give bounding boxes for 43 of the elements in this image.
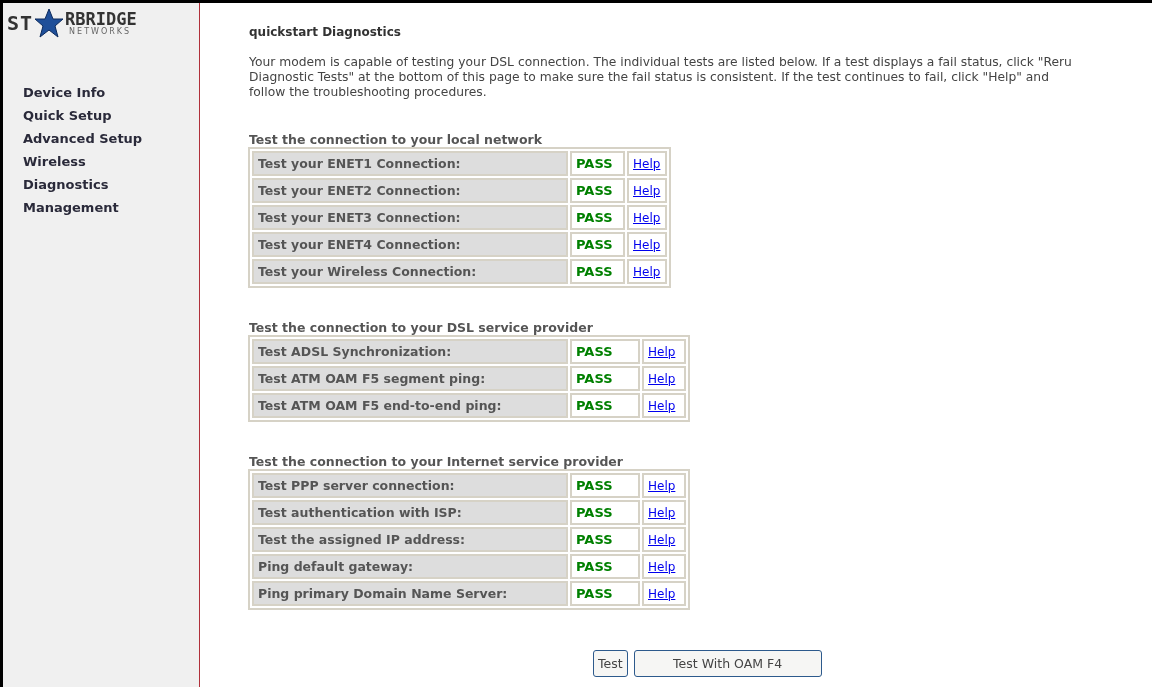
test-status: PASS [570, 581, 640, 606]
test-label: Test ATM OAM F5 end-to-end ping: [252, 393, 568, 418]
test-status: PASS [570, 339, 640, 364]
section-heading: Test the connection to your Internet service provider [249, 455, 624, 469]
sidebar-item[interactable]: Advanced Setup [23, 127, 143, 150]
test-label: Test ATM OAM F5 segment ping: [252, 366, 568, 391]
test-label: Test your ENET3 Connection: [252, 205, 568, 230]
test-status: PASS [570, 259, 625, 284]
test-status: PASS [570, 393, 640, 418]
test-label: Test ADSL Synchronization: [252, 339, 568, 364]
test-status: PASS [570, 232, 625, 257]
section-heading: Test the connection to your DSL service provider [249, 321, 594, 335]
sidebar-item[interactable]: Wireless [23, 150, 86, 173]
test-button[interactable]: Test With OAM F4 [633, 650, 822, 677]
sidebar-item[interactable]: Management [23, 196, 119, 219]
test-label: Test your ENET4 Connection: [252, 232, 568, 257]
test-status: PASS [570, 151, 625, 176]
test-status: PASS [570, 500, 640, 525]
test-status: PASS [570, 205, 625, 230]
test-status: PASS [570, 554, 640, 579]
test-label: Test your ENET1 Connection: [252, 151, 568, 176]
section-heading: Test the connection to your local network [249, 133, 543, 147]
test-label: Ping primary Domain Name Server: [252, 581, 568, 606]
test-status: PASS [570, 178, 625, 203]
sidebar-item[interactable]: Device Info [23, 81, 106, 104]
logo-text: ST [7, 11, 34, 35]
test-status: PASS [570, 473, 640, 498]
sidebar-item[interactable]: Quick Setup [23, 104, 112, 127]
test-status: PASS [570, 366, 640, 391]
star-icon [34, 8, 65, 38]
test-label: Test the assigned IP address: [252, 527, 568, 552]
test-label: Test PPP server connection: [252, 473, 568, 498]
test-label: Ping default gateway: [252, 554, 568, 579]
logo-text: RBRIDGE [65, 10, 137, 28]
test-button[interactable]: Test [593, 650, 628, 677]
sidebar-item[interactable]: Diagnostics [23, 173, 109, 196]
test-label: Test authentication with ISP: [252, 500, 568, 525]
page-title: quickstart Diagnostics [249, 25, 402, 41]
test-label: Test your Wireless Connection: [252, 259, 568, 284]
intro-paragraph: Your modem is capable of testing your DSL connection. The individual tests are listed below. If a test displays a fail status, click "Reru Diagnostic Tests" at the bottom of this page to make sure the fail status is consistent. If the test continues to fail, click "Help" and follow the troubleshooting procedures. [249, 55, 1073, 100]
test-label: Test your ENET2 Connection: [252, 178, 568, 203]
logo-tagline: NETWORKS [68, 27, 133, 36]
test-status: PASS [570, 527, 640, 552]
